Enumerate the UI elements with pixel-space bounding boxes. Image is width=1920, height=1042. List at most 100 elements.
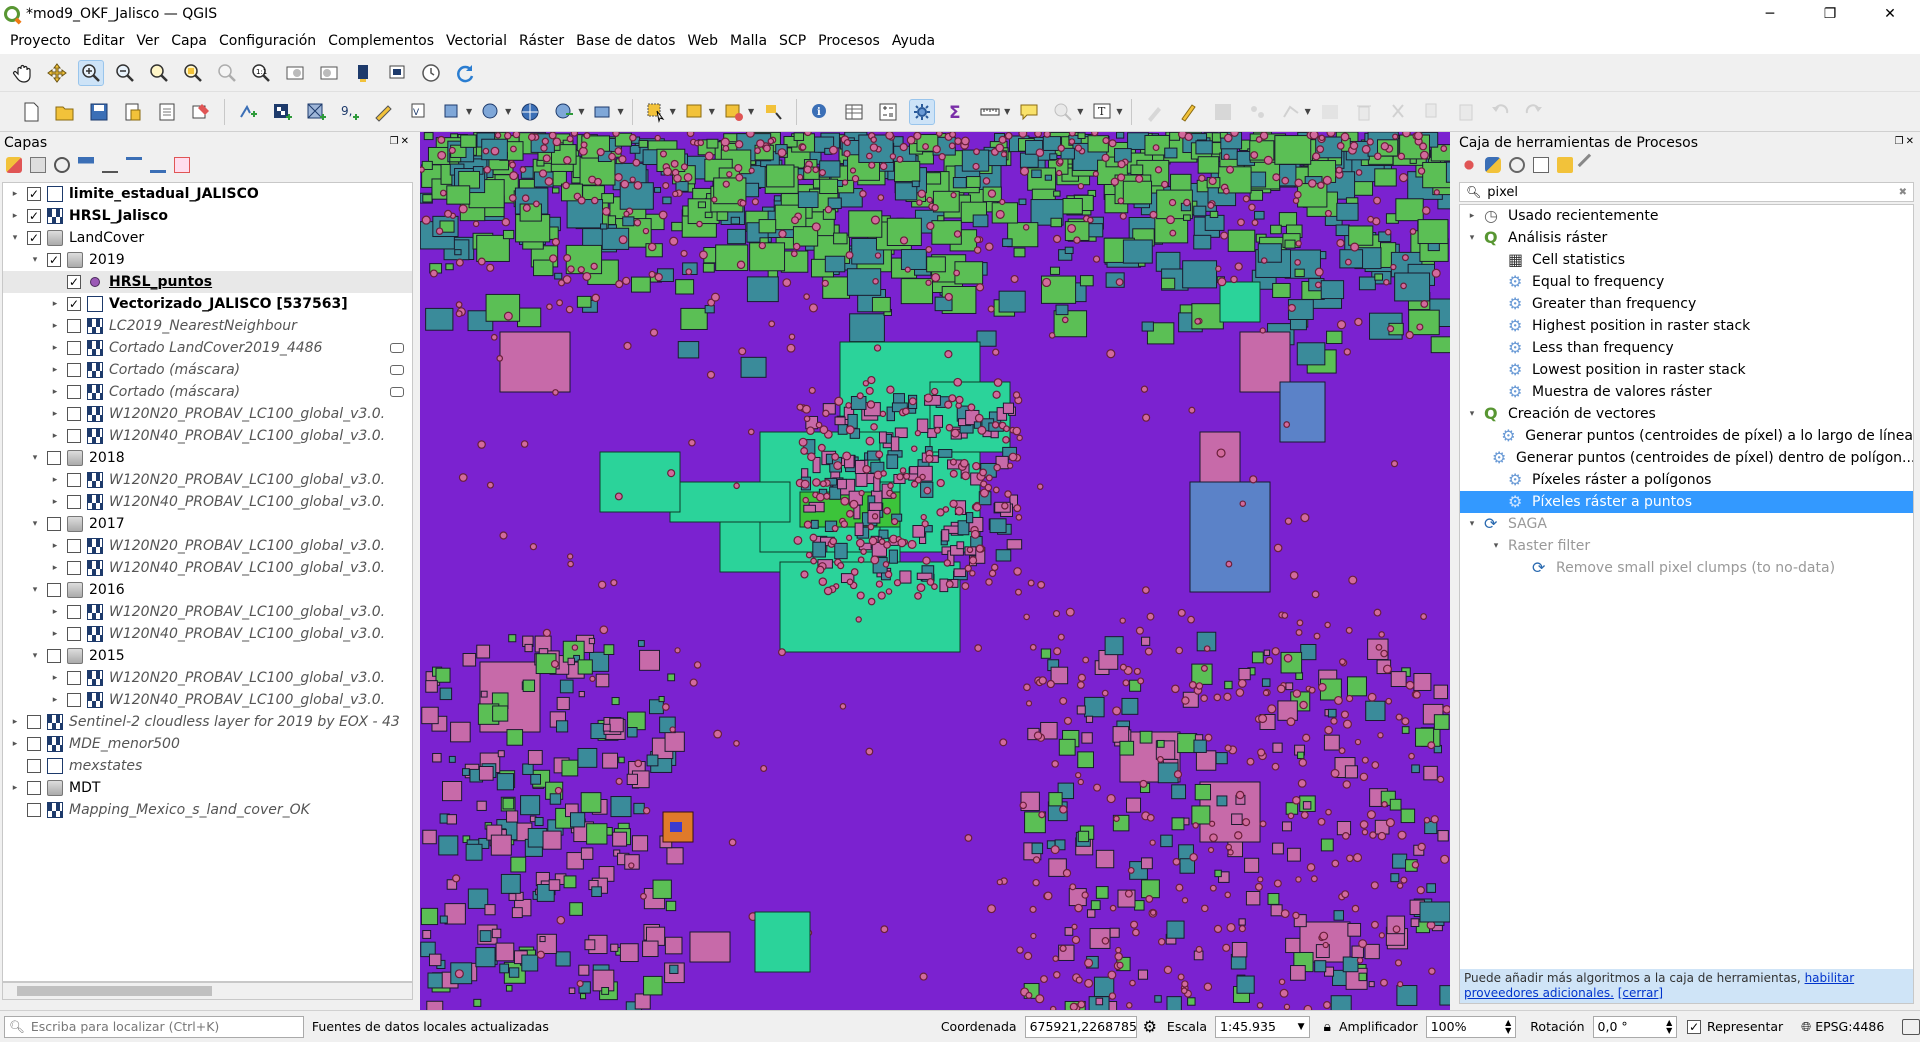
expand-arrow-icon[interactable]: ▾ [1464,519,1480,529]
attribute-table-icon[interactable] [841,99,867,125]
processing-tree-item[interactable]: ⟳ Remove small pixel clumps (to no-data) [1460,557,1913,579]
select-features-icon[interactable] [643,99,669,125]
layer-row[interactable]: ▸ W120N20_PROBAV_LC100_global_v3.0. [3,601,412,623]
messages-icon[interactable] [1902,1018,1920,1035]
map-canvas[interactable] [420,132,1450,1010]
layer-row[interactable]: ▸ W120N40_PROBAV_LC100_global_v3.0. [3,623,412,645]
modify-attributes-icon[interactable] [1317,99,1343,125]
panel-float-close-icon[interactable]: ❐✕ [1895,136,1916,147]
panel-float-close-icon[interactable]: ❐✕ [390,136,411,147]
layer-visibility-checkbox[interactable]: ✓ [47,253,61,267]
menu-editar[interactable]: Editar [83,33,124,49]
style-layer-icon[interactable] [6,157,22,173]
layer-row[interactable]: ▸ MDE_menor500 [3,733,412,755]
filter-legend-icon[interactable] [78,157,94,173]
layer-row[interactable]: ▸ ✓ limite_estadual_JALISCO [3,183,412,205]
expand-arrow-icon[interactable]: ▸ [7,211,23,221]
new-virtual-layer-icon[interactable] [439,99,465,125]
cut-features-icon[interactable] [1385,99,1411,125]
processing-tree-item[interactable]: ⚙ Equal to frequency [1460,271,1913,293]
notice-close-link[interactable]: [cerrar] [1618,986,1663,1000]
statistics-summary-icon[interactable]: Σ [943,99,969,125]
expand-arrow-icon[interactable]: ▾ [1488,541,1504,551]
layer-visibility-checkbox[interactable] [27,781,41,795]
layer-visibility-checkbox[interactable] [67,693,81,707]
layer-visibility-checkbox[interactable] [67,429,81,443]
rotation-spinbox[interactable]: 0,0 ° ▲ ▼ [1592,1015,1678,1038]
processing-tree-item[interactable]: ▾ ⟳ SAGA [1460,513,1913,535]
processing-tree-item[interactable]: ▾ Q Creación de vectores [1460,403,1913,425]
expand-arrow-icon[interactable]: ▾ [27,585,43,595]
layer-visibility-checkbox[interactable] [67,473,81,487]
crs-globe-icon[interactable]: 🌐︎ [1801,1019,1811,1035]
processing-tree-item[interactable]: ⚙ Píxeles ráster a polígonos [1460,469,1913,491]
select-by-location-icon[interactable] [760,99,786,125]
data-source-manager-icon[interactable] [235,99,261,125]
python-scripts-icon[interactable] [1485,157,1501,173]
identify-features-icon[interactable]: i [807,99,833,125]
layer-visibility-checkbox[interactable] [67,407,81,421]
new-3d-view-icon[interactable] [384,60,410,86]
layer-visibility-checkbox[interactable] [67,605,81,619]
expand-arrow-icon[interactable]: ▸ [47,563,63,573]
menu-ayuda[interactable]: Ayuda [892,33,935,49]
layer-row[interactable]: ▸ W120N40_PROBAV_LC100_global_v3.0. [3,425,412,447]
spatial-bookmark-icon[interactable] [1050,99,1076,125]
lock-scale-icon[interactable]: 🔒︎ [1324,1019,1331,1035]
expand-arrow-icon[interactable]: ▸ [7,783,23,793]
history-icon[interactable] [1509,157,1525,173]
add-wms-layer-icon[interactable] [478,99,504,125]
layer-row[interactable]: ▾ 2017 [3,513,412,535]
results-viewer-icon[interactable] [1533,157,1549,173]
layer-visibility-checkbox[interactable] [47,583,61,597]
expand-arrow-icon[interactable]: ▾ [27,453,43,463]
layer-row[interactable]: ▸ LC2019_NearestNeighbour [3,315,412,337]
layer-visibility-checkbox[interactable]: ✓ [27,209,41,223]
layer-visibility-checkbox[interactable]: ✓ [27,231,41,245]
menu-web[interactable]: Web [687,33,718,49]
layer-visibility-checkbox[interactable] [67,627,81,641]
expand-arrow-icon[interactable]: ▸ [47,541,63,551]
save-layer-edits-icon[interactable] [1210,99,1236,125]
zoom-in-icon[interactable] [78,59,104,86]
zoom-native-icon[interactable]: 1:1 [248,60,274,86]
close-button[interactable]: ✕ [1860,0,1920,28]
expand-arrow-icon[interactable]: ▾ [1464,409,1480,419]
new-geopackage-icon[interactable]: V [405,99,431,125]
expand-arrow-icon[interactable]: ▸ [47,409,63,419]
crs-status[interactable]: EPSG:4486 [1815,1019,1884,1034]
zoom-next-icon[interactable] [316,60,342,86]
layer-visibility-checkbox[interactable]: ✓ [27,187,41,201]
layer-row[interactable]: ▾ 2018 [3,447,412,469]
new-project-icon[interactable] [18,99,44,125]
manage-visibility-icon[interactable] [54,157,70,173]
layer-tree-horizontal-scrollbar[interactable] [2,982,413,1000]
processing-tree-item[interactable]: ▾ Q Análisis ráster [1460,227,1913,249]
add-database-layer-icon[interactable] [590,99,616,125]
layer-row[interactable]: ▾ 2015 [3,645,412,667]
add-raster-layer-icon[interactable] [269,99,295,125]
layer-row[interactable]: ▾ 2016 [3,579,412,601]
temporal-controller-icon[interactable] [418,60,444,86]
processing-tree-item[interactable]: ⚙ Muestra de valores ráster [1460,381,1913,403]
expand-arrow-icon[interactable]: ▸ [47,321,63,331]
zoom-out-icon[interactable] [112,60,138,86]
processing-tree-item[interactable]: ⚙ Generar puntos (centroides de píxel) a … [1460,425,1913,447]
layer-row[interactable]: ▸ W120N20_PROBAV_LC100_global_v3.0. [3,469,412,491]
options-icon[interactable] [1577,153,1601,177]
layer-visibility-checkbox[interactable] [27,715,41,729]
expand-arrow-icon[interactable]: ▸ [47,431,63,441]
processing-tree-item[interactable]: ⚙ Píxeles ráster a puntos [1460,491,1913,513]
style-manager-icon[interactable] [188,99,214,125]
layer-visibility-checkbox[interactable] [47,649,61,663]
layer-visibility-checkbox[interactable] [47,451,61,465]
deselect-all-icon[interactable] [721,99,747,125]
processing-tree-item[interactable]: ▦ Cell statistics [1460,249,1913,271]
expand-all-icon[interactable] [126,157,142,173]
toggle-extents-icon[interactable]: ⚙︎ [1143,1017,1157,1036]
menu-scp[interactable]: SCP [779,33,806,49]
layer-row[interactable]: ▸ Cortado (máscara) [3,381,412,403]
layer-row[interactable]: ▸ ✓ Vectorizado_JALISCO [537563] [3,293,412,315]
add-feature-icon[interactable] [1244,99,1270,125]
expand-arrow-icon[interactable]: ▾ [7,233,23,243]
